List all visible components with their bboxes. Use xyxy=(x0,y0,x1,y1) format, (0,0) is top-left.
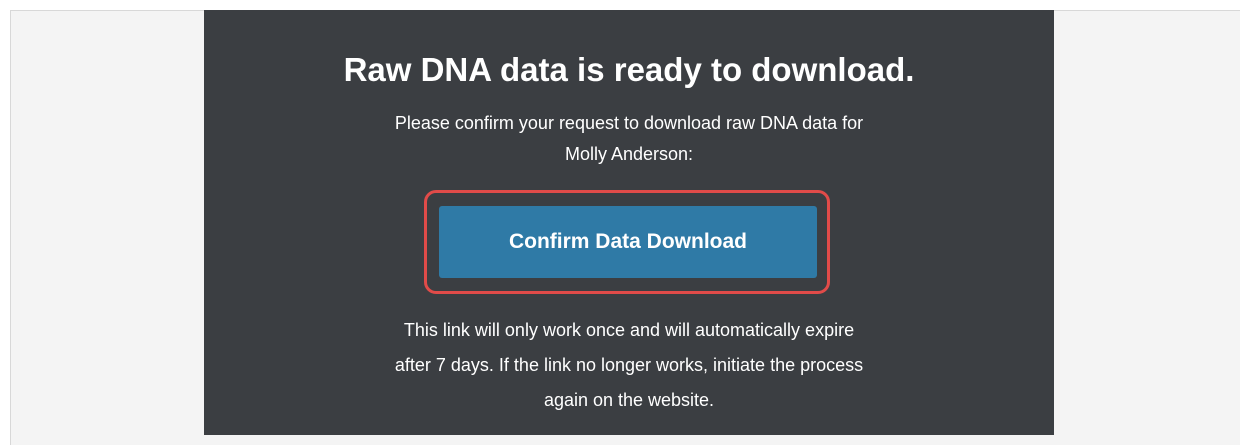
email-panel: Raw DNA data is ready to download. Pleas… xyxy=(204,10,1054,435)
intro-line: Please confirm your request to download … xyxy=(394,113,864,133)
intro-text: Please confirm your request to download … xyxy=(204,108,1054,170)
expiry-note-line: This link will only work once and will a… xyxy=(403,320,855,340)
expiry-note-line: again on the website. xyxy=(543,390,715,410)
expiry-note: This link will only work once and will a… xyxy=(204,313,1054,418)
expiry-note-line: after 7 days. If the link no longer work… xyxy=(394,355,864,375)
intro-line-recipient: Molly Anderson: xyxy=(564,144,694,164)
confirm-data-download-button[interactable]: Confirm Data Download xyxy=(439,206,817,278)
headline: Raw DNA data is ready to download. xyxy=(343,51,915,88)
